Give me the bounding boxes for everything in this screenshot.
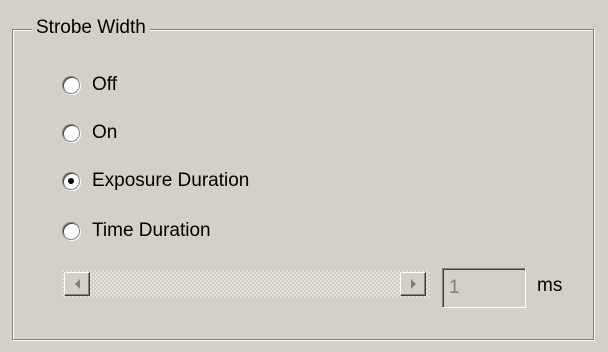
groupbox-title: Strobe Width xyxy=(32,17,150,39)
radio-off-indicator[interactable] xyxy=(62,76,80,94)
unit-label: ms xyxy=(537,275,563,296)
radio-on-indicator[interactable] xyxy=(62,124,80,142)
radio-off[interactable]: Off xyxy=(62,70,117,100)
arrow-right-icon xyxy=(410,279,416,289)
scroll-left-button[interactable] xyxy=(64,272,90,296)
arrow-left-icon xyxy=(74,279,80,289)
radio-time-duration[interactable]: Time Duration xyxy=(62,216,211,246)
radio-off-label[interactable]: Off xyxy=(92,70,117,100)
duration-scrollbar-track[interactable] xyxy=(62,270,430,298)
radio-time-duration-indicator[interactable] xyxy=(62,222,80,240)
time-duration-input[interactable]: 1 xyxy=(442,268,526,308)
radio-on-label[interactable]: On xyxy=(92,118,117,148)
scroll-right-button[interactable] xyxy=(400,272,426,296)
radio-exposure-duration[interactable]: Exposure Duration xyxy=(62,166,249,196)
radio-time-duration-label[interactable]: Time Duration xyxy=(92,216,211,246)
radio-on[interactable]: On xyxy=(62,118,117,148)
radio-exposure-duration-label[interactable]: Exposure Duration xyxy=(92,166,249,196)
radio-exposure-duration-indicator[interactable] xyxy=(62,172,80,190)
